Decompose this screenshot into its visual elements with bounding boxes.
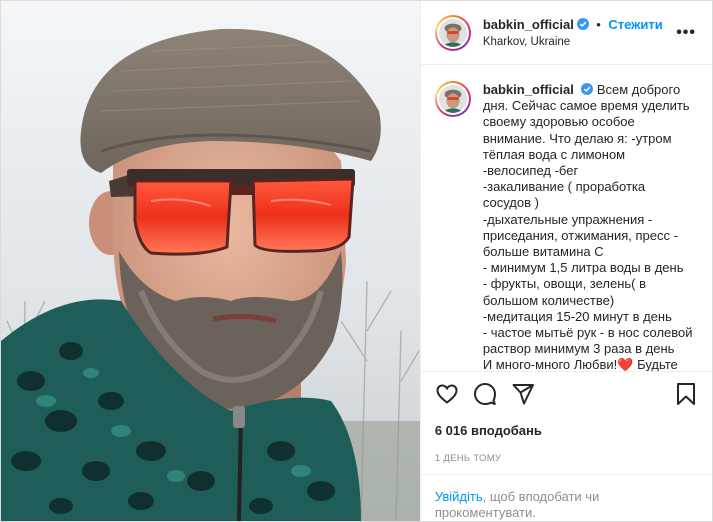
author-info: babkin_official • Стежити Kharkov, Ukrai…: [483, 15, 663, 49]
login-link[interactable]: Увійдіть: [435, 489, 483, 504]
heart-emoji: ❤️: [617, 357, 634, 371]
caption-avatar[interactable]: [434, 81, 471, 117]
caption-text: Всем доброго дня. Сейчас самое время уде…: [482, 82, 693, 371]
author-avatar[interactable]: [434, 14, 471, 51]
save-button[interactable]: [674, 382, 698, 406]
caption-username[interactable]: babkin_official: [483, 82, 574, 97]
more-options-icon[interactable]: •••: [676, 25, 696, 41]
post-photo[interactable]: [1, 1, 420, 521]
like-button[interactable]: [435, 382, 459, 406]
heart-outline-icon: [436, 383, 458, 404]
post-side-panel: babkin_official • Стежити Kharkov, Ukrai…: [419, 1, 712, 521]
verified-badge-icon: [576, 18, 589, 31]
post-caption: babkin_official Всем доброго дня. Сейчас …: [483, 81, 696, 371]
avatar-icon: [438, 85, 467, 113]
share-button[interactable]: [511, 382, 535, 406]
avatar-icon: [438, 18, 467, 47]
login-prompt: Увійдіть, щоб вподобати чи прокоментуват…: [421, 475, 712, 521]
follow-button[interactable]: Стежити: [608, 17, 662, 32]
caption-area: babkin_official Всем доброго дня. Сейчас …: [421, 65, 712, 371]
instagram-post: babkin_official • Стежити Kharkov, Ukrai…: [0, 0, 713, 522]
comment-button[interactable]: [473, 382, 497, 406]
comment-bubble-icon: [473, 382, 496, 405]
post-header: babkin_official • Стежити Kharkov, Ukrai…: [420, 1, 712, 65]
portrait-image: [1, 1, 420, 521]
post-actions: [420, 371, 712, 415]
post-location[interactable]: Kharkov, Ukraine: [483, 35, 663, 49]
post-timestamp[interactable]: 1 день тому: [420, 441, 712, 475]
paper-plane-icon: [512, 383, 534, 404]
likes-count[interactable]: 6 016 вподобань: [421, 415, 712, 441]
author-username[interactable]: babkin_official: [483, 17, 574, 32]
bookmark-icon: [677, 383, 695, 405]
verified-badge-icon: [580, 83, 593, 95]
separator-dot: •: [596, 17, 601, 33]
